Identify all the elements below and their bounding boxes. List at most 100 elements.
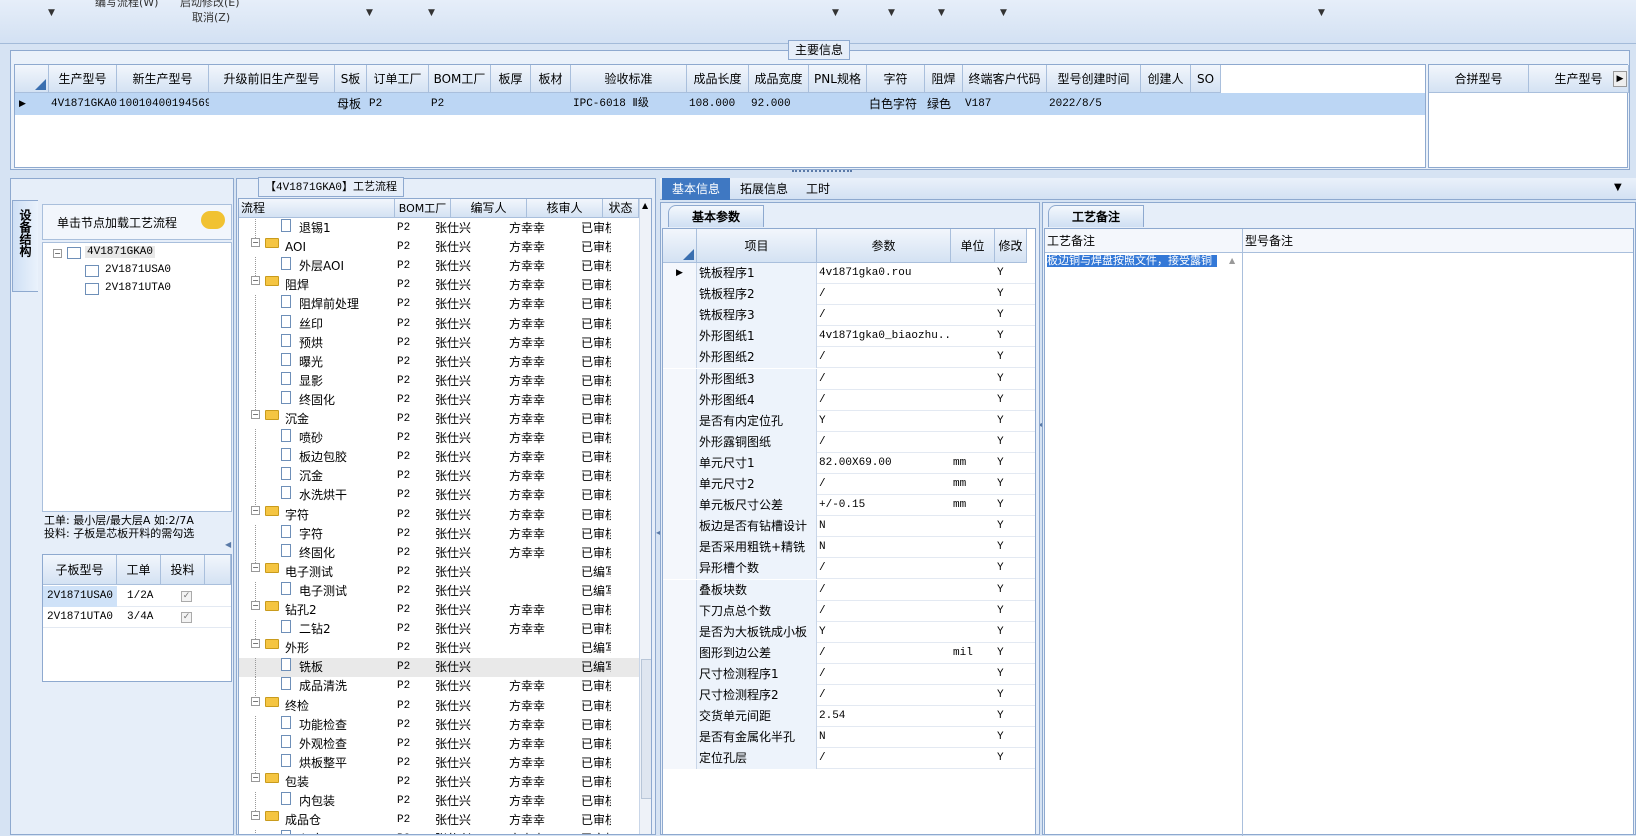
param-value[interactable]: / (819, 685, 949, 706)
param-value[interactable]: +/-0.15 (819, 495, 949, 516)
param-value[interactable]: / (819, 643, 949, 664)
param-value[interactable]: / (819, 305, 949, 326)
dropdown-arrow-icon[interactable]: ▼ (1318, 8, 1325, 18)
param-row[interactable]: 铣板程序2 / Y (663, 284, 1035, 306)
param-row[interactable]: 外形图纸2 / Y (663, 347, 1035, 369)
flow-row[interactable]: 曝光 P2 张仕兴 方幸幸 已审核 (239, 352, 639, 372)
dropdown-arrow-icon[interactable]: ▼ (832, 8, 839, 18)
param-row[interactable]: 外形图纸1 4v1871gka0_biaozhu... Y (663, 326, 1035, 348)
collapse-icon[interactable]: − (251, 811, 260, 821)
feed-checkbox[interactable]: ✓ (181, 591, 192, 602)
param-row[interactable]: 交货单元间距 2.54 Y (663, 706, 1035, 728)
param-row[interactable]: 单元板尺寸公差 +/-0.15 mm Y (663, 495, 1035, 517)
param-row[interactable]: 铣板程序3 / Y (663, 305, 1035, 327)
param-row[interactable]: 尺寸检测程序2 / Y (663, 685, 1035, 706)
flow-row[interactable]: − 字符 P2 张仕兴 方幸幸 已审核 (239, 505, 639, 525)
param-row[interactable]: 是否为大板铣成小板 Y Y (663, 621, 1035, 643)
collapse-icon[interactable]: − (251, 772, 260, 782)
param-row[interactable]: 外形图纸4 / Y (663, 389, 1035, 411)
vertical-scrollbar[interactable]: ▲ (639, 199, 651, 834)
dropdown-arrow-icon[interactable]: ▼ (1614, 182, 1622, 193)
param-value[interactable]: 4v1871gka0.rou (819, 263, 949, 284)
dropdown-arrow-icon[interactable]: ▼ (888, 8, 895, 18)
param-value[interactable]: / (819, 474, 949, 495)
flow-row[interactable]: − 阻焊 P2 张仕兴 方幸幸 已审核 (239, 276, 639, 295)
scroll-arrow-icon[interactable]: ▶ (1613, 71, 1627, 87)
model-note-textarea[interactable] (1243, 253, 1633, 836)
basic-params-tab[interactable]: 基本参数 (668, 205, 764, 227)
dropdown-arrow-icon[interactable]: ▼ (366, 8, 373, 18)
param-value[interactable]: N (819, 516, 949, 537)
param-value[interactable]: / (819, 432, 949, 453)
param-row[interactable]: 外形露铜图纸 / Y (663, 431, 1035, 453)
flow-row[interactable]: 预烘 P2 张仕兴 方幸幸 已审核 (239, 333, 639, 353)
flow-row[interactable]: 入库 P2 张仕兴 方幸幸 已审核 (239, 830, 639, 834)
table-row[interactable]: 2V1871USA0 1/2A ✓ (43, 586, 231, 607)
param-value[interactable]: Y (819, 622, 949, 643)
tree-node-child[interactable]: 2V1871USA0 (105, 264, 171, 276)
param-value[interactable]: / (819, 580, 949, 601)
flow-row[interactable]: − AOI P2 张仕兴 方幸幸 已审核 (239, 238, 639, 257)
param-value[interactable]: 2.54 (819, 706, 949, 727)
vertical-tab-structure[interactable]: 设备结构 (12, 200, 38, 292)
flow-row[interactable]: − 成品仓 P2 张仕兴 方幸幸 已审核 (239, 811, 639, 830)
param-value[interactable]: / (819, 558, 949, 579)
table-row[interactable]: 2V1871UTA0 3/4A ✓ (43, 607, 231, 628)
param-row[interactable]: 图形到边公差 / mil Y (663, 642, 1035, 664)
tree-node-root[interactable]: 4V1871GKA0 (85, 246, 156, 258)
scroll-up-icon[interactable]: ▲ (1229, 256, 1235, 265)
param-row[interactable]: 叠板块数 / Y (663, 579, 1035, 601)
param-row[interactable]: 板边是否有钻槽设计 N Y (663, 516, 1035, 538)
tab-basic-info[interactable]: 基本信息 (662, 178, 730, 200)
param-row[interactable]: 异形槽个数 / Y (663, 558, 1035, 580)
dropdown-arrow-icon[interactable]: ▼ (48, 8, 55, 18)
param-value[interactable]: 82.00X69.00 (819, 453, 949, 474)
tab-work-hours[interactable]: 工时 (798, 178, 838, 200)
param-row[interactable]: 是否有内定位孔 Y Y (663, 410, 1035, 432)
flow-row[interactable]: − 电子测试 P2 张仕兴 已编写 (239, 562, 639, 582)
param-value[interactable]: Y (819, 411, 949, 432)
flow-row[interactable]: 成品清洗 P2 张仕兴 方幸幸 已审核 (239, 677, 639, 697)
param-value[interactable]: N (819, 727, 949, 748)
flow-row[interactable]: − 终检 P2 张仕兴 方幸幸 已审核 (239, 696, 639, 716)
param-row[interactable]: 下刀点总个数 / Y (663, 600, 1035, 622)
menu-cancel[interactable]: 取消(Z) (192, 9, 230, 25)
dropdown-arrow-icon[interactable]: ▼ (1000, 8, 1007, 18)
param-value[interactable]: / (819, 284, 949, 305)
load-flow-hint-box[interactable]: 单击节点加载工艺流程 (42, 204, 232, 240)
param-row[interactable]: 单元尺寸2 / mm Y (663, 474, 1035, 495)
tab-extended-info[interactable]: 拓展信息 (734, 178, 794, 200)
flow-row[interactable]: 外观检查 P2 张仕兴 方幸幸 已审核 (239, 734, 639, 754)
menu-write-flow[interactable]: 编写流程(W) (95, 0, 158, 10)
flow-row[interactable]: 阻焊前处理 P2 张仕兴 方幸幸 已审核 (239, 295, 639, 315)
flow-row[interactable]: 字符 P2 张仕兴 方幸幸 已审核 (239, 524, 639, 544)
param-row[interactable]: 单元尺寸1 82.00X69.00 mm Y (663, 452, 1035, 474)
flow-row[interactable]: − 包装 P2 张仕兴 方幸幸 已审核 (239, 772, 639, 792)
flow-row[interactable]: 板边包胶 P2 张仕兴 方幸幸 已审核 (239, 448, 639, 468)
scroll-up-icon[interactable]: ▲ (642, 201, 648, 210)
flow-row[interactable]: 终固化 P2 张仕兴 方幸幸 已审核 (239, 543, 639, 563)
flow-row[interactable]: − 外形 P2 张仕兴 已编写 (239, 639, 639, 658)
param-value[interactable]: / (819, 748, 949, 769)
param-row[interactable]: 是否采用粗铣+精铣 N Y (663, 537, 1035, 559)
collapse-icon[interactable]: − (251, 696, 260, 706)
flow-row[interactable]: 退锡1 P2 张仕兴 方幸幸 已审核 (239, 219, 639, 238)
dropdown-arrow-icon[interactable]: ▼ (428, 8, 435, 18)
scrollbar-thumb[interactable] (641, 659, 651, 799)
param-row[interactable]: 定位孔层 / Y (663, 748, 1035, 770)
flow-row[interactable]: 外层AOI P2 张仕兴 方幸幸 已审核 (239, 257, 639, 277)
flow-row[interactable]: 水洗烘干 P2 张仕兴 方幸幸 已审核 (239, 486, 639, 506)
collapse-icon[interactable]: − (251, 238, 260, 248)
flow-row[interactable]: − 钻孔2 P2 张仕兴 方幸幸 已审核 (239, 601, 639, 620)
param-row[interactable]: 外形图纸3 / Y (663, 368, 1035, 390)
collapse-icon[interactable]: − (251, 562, 260, 572)
tree-node-child[interactable]: 2V1871UTA0 (105, 282, 171, 294)
table-row[interactable]: ▶ 4V1871GKA0 10010400194569 母板 P2 P2 IPC-6018… (15, 93, 1425, 115)
flow-row[interactable]: 铣板 P2 张仕兴 已编写 (239, 658, 639, 678)
collapse-icon[interactable]: − (251, 601, 260, 610)
collapse-icon[interactable]: − (251, 410, 260, 419)
collapse-icon[interactable]: − (251, 639, 260, 649)
flow-row[interactable]: 终固化 P2 张仕兴 方幸幸 已审核 (239, 390, 639, 410)
flow-row[interactable]: 丝印 P2 张仕兴 方幸幸 已审核 (239, 314, 639, 334)
param-value[interactable]: / (819, 664, 949, 685)
